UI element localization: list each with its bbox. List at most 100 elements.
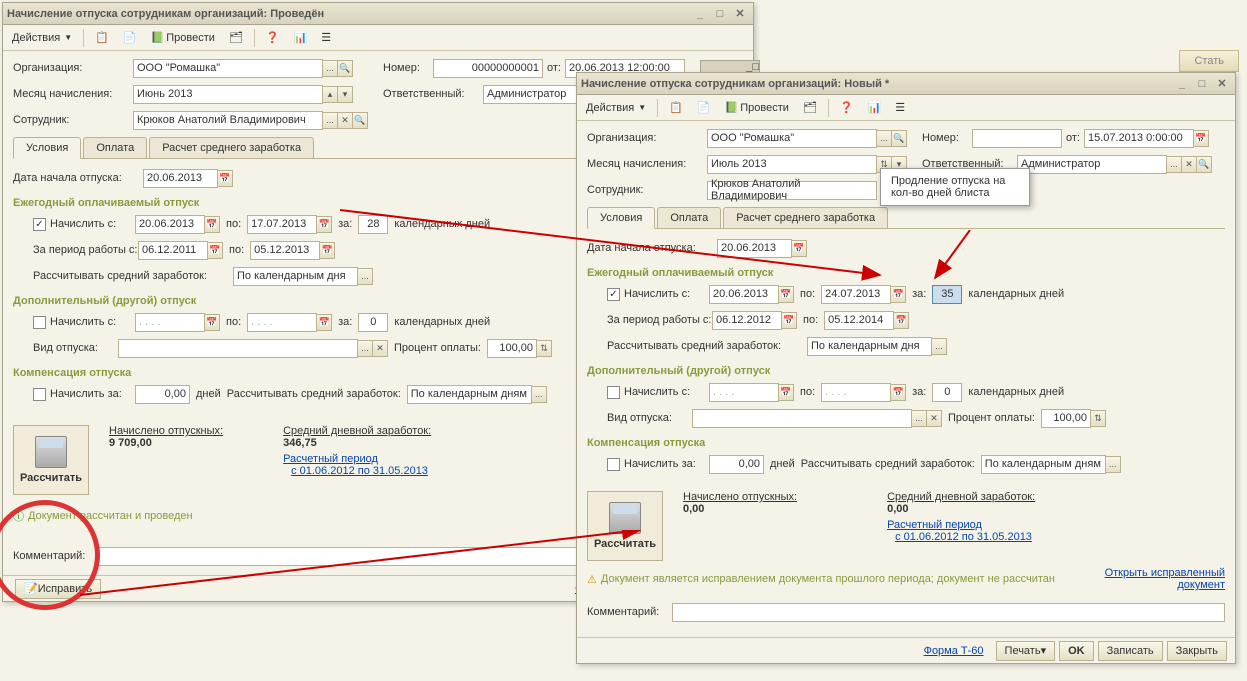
org-search-2[interactable]: 🔍 bbox=[891, 130, 907, 147]
accr-from-cal-2[interactable]: 📅 bbox=[778, 286, 794, 303]
emp-input-2[interactable]: Крюков Анатолий Владимирович bbox=[707, 181, 877, 200]
percent-spin[interactable]: ⇅ bbox=[536, 340, 552, 357]
emp-clear[interactable]: ✕ bbox=[337, 112, 353, 129]
tab-conditions-2[interactable]: Условия bbox=[587, 207, 655, 229]
help-button[interactable]: ❓ bbox=[261, 28, 285, 48]
save-button[interactable]: Записать bbox=[1098, 641, 1163, 661]
addit-from-2[interactable]: . . . . bbox=[709, 383, 779, 402]
form-t60-link-2[interactable]: Форма Т-60 bbox=[924, 645, 984, 657]
period-to[interactable]: 05.12.2013 bbox=[250, 241, 320, 260]
comp-checkbox[interactable] bbox=[33, 388, 46, 401]
period-from-cal[interactable]: 📅 bbox=[207, 242, 223, 259]
close-button[interactable]: ✕ bbox=[731, 6, 749, 22]
actions-menu-2[interactable]: Действия▼ bbox=[581, 98, 651, 118]
period-to-2[interactable]: 05.12.2014 bbox=[824, 311, 894, 330]
addit-checkbox[interactable] bbox=[33, 316, 46, 329]
month-up[interactable]: ▴ bbox=[322, 86, 338, 103]
days-input[interactable]: 28 bbox=[358, 215, 388, 234]
resp-clr-2[interactable]: ✕ bbox=[1181, 156, 1197, 173]
accr-from-cal[interactable]: 📅 bbox=[204, 216, 220, 233]
org-select-btn[interactable]: ... bbox=[322, 60, 338, 77]
accr-to-2[interactable]: 24.07.2013 bbox=[821, 285, 891, 304]
emp-search[interactable]: 🔍 bbox=[352, 112, 368, 129]
resp-input-2[interactable]: Администратор bbox=[1017, 155, 1167, 174]
number-input-2[interactable] bbox=[972, 129, 1062, 148]
tab-payment[interactable]: Оплата bbox=[83, 137, 147, 158]
calc-period-link[interactable]: Расчетный период bbox=[283, 453, 431, 465]
tab-conditions[interactable]: Условия bbox=[13, 137, 81, 159]
period-from-2[interactable]: 06.12.2012 bbox=[712, 311, 782, 330]
at-cal-2[interactable]: 📅 bbox=[890, 384, 906, 401]
start-cal-btn[interactable]: 📅 bbox=[217, 170, 233, 187]
calc-period-value[interactable]: с 01.06.2012 по 31.05.2013 bbox=[291, 465, 431, 477]
start-cal-2[interactable]: 📅 bbox=[791, 240, 807, 257]
tb2-icon-1[interactable]: 📋 bbox=[664, 98, 688, 118]
help-button-2[interactable]: ❓ bbox=[835, 98, 859, 118]
vid-clear[interactable]: ✕ bbox=[372, 340, 388, 357]
provesti-button[interactable]: 📗 Провести bbox=[146, 28, 220, 48]
tb-icon-1[interactable]: 📋 bbox=[90, 28, 114, 48]
calc-period-link-2[interactable]: Расчетный период bbox=[887, 519, 1035, 531]
tb-icon-3[interactable]: 🗂 bbox=[224, 28, 248, 48]
ok-button-2[interactable]: OK bbox=[1059, 641, 1094, 661]
addit-from[interactable]: . . . . bbox=[135, 313, 205, 332]
addit-days[interactable]: 0 bbox=[358, 313, 388, 332]
addit-days-2[interactable]: 0 bbox=[932, 383, 962, 402]
period-to-cal[interactable]: 📅 bbox=[319, 242, 335, 259]
days-input-2[interactable]: 35 bbox=[932, 285, 962, 304]
accr-to[interactable]: 17.07.2013 bbox=[247, 215, 317, 234]
af-cal-2[interactable]: 📅 bbox=[778, 384, 794, 401]
comment-input-2[interactable] bbox=[672, 603, 1225, 622]
tb2-icon-3[interactable]: 🗂 bbox=[798, 98, 822, 118]
titlebar-2[interactable]: Начисление отпуска сотрудникам организац… bbox=[577, 73, 1235, 95]
start-date-2[interactable]: 20.06.2013 bbox=[717, 239, 792, 258]
tb-icon-4[interactable]: 📊 bbox=[289, 28, 313, 48]
vid-clr-2[interactable]: ✕ bbox=[926, 410, 942, 427]
emp-select[interactable]: ... bbox=[322, 112, 338, 129]
start-date[interactable]: 20.06.2013 bbox=[143, 169, 218, 188]
vid-input[interactable] bbox=[118, 339, 358, 358]
month-input-2[interactable]: Июль 2013 bbox=[707, 155, 877, 174]
org-input[interactable]: ООО "Ромашка" bbox=[133, 59, 323, 78]
date-input-2[interactable]: 15.07.2013 0:00:00 bbox=[1084, 129, 1194, 148]
comp-avg-dd[interactable]: ... bbox=[531, 386, 547, 403]
tab-average[interactable]: Расчет среднего заработка bbox=[149, 137, 314, 158]
accr-to-cal[interactable]: 📅 bbox=[316, 216, 332, 233]
calculate-button[interactable]: Рассчитать bbox=[13, 425, 89, 495]
calc-period-value-2[interactable]: с 01.06.2012 по 31.05.2013 bbox=[895, 531, 1035, 543]
addit-checkbox-2[interactable] bbox=[607, 386, 620, 399]
minimize-button[interactable]: _ bbox=[691, 6, 709, 22]
comp-avg[interactable]: По календарным дням bbox=[407, 385, 532, 404]
addit-to-2[interactable]: . . . . bbox=[821, 383, 891, 402]
comp-checkbox-2[interactable] bbox=[607, 458, 620, 471]
date-cal-2[interactable]: 📅 bbox=[1193, 130, 1209, 147]
vid-select[interactable]: ... bbox=[357, 340, 373, 357]
period-from[interactable]: 06.12.2011 bbox=[138, 241, 208, 260]
org-select-2[interactable]: ... bbox=[876, 130, 892, 147]
calculate-button-2[interactable]: Рассчитать bbox=[587, 491, 663, 561]
pct-spin-2[interactable]: ⇅ bbox=[1090, 410, 1106, 427]
vid-input-2[interactable] bbox=[692, 409, 912, 428]
org-search-btn[interactable]: 🔍 bbox=[337, 60, 353, 77]
number-input[interactable]: 00000000001 bbox=[433, 59, 543, 78]
accr-checkbox[interactable]: ✓ bbox=[33, 218, 46, 231]
addit-from-cal[interactable]: 📅 bbox=[204, 314, 220, 331]
avg-dd-2[interactable]: ... bbox=[931, 338, 947, 355]
addit-to[interactable]: . . . . bbox=[247, 313, 317, 332]
comp-input[interactable]: 0,00 bbox=[135, 385, 190, 404]
pt-cal-2[interactable]: 📅 bbox=[893, 312, 909, 329]
percent-input-2[interactable]: 100,00 bbox=[1041, 409, 1091, 428]
minimize-button-2[interactable]: _ bbox=[1173, 76, 1191, 92]
close-form-button[interactable]: Закрыть bbox=[1167, 641, 1227, 661]
print-button-2[interactable]: Печать ▾ bbox=[996, 641, 1056, 661]
addit-to-cal[interactable]: 📅 bbox=[316, 314, 332, 331]
close-button-2[interactable]: ✕ bbox=[1213, 76, 1231, 92]
maximize-button-2[interactable]: □ bbox=[1193, 76, 1211, 92]
month-input[interactable]: Июнь 2013 bbox=[133, 85, 323, 104]
emp-input[interactable]: Крюков Анатолий Владимирович bbox=[133, 111, 323, 130]
accr-from[interactable]: 20.06.2013 bbox=[135, 215, 205, 234]
avg-method-2[interactable]: По календарным дня bbox=[807, 337, 932, 356]
resp-sel-2[interactable]: ... bbox=[1166, 156, 1182, 173]
comp-avg-dd-2[interactable]: ... bbox=[1105, 456, 1121, 473]
tb2-icon-4[interactable]: 📊 bbox=[863, 98, 887, 118]
